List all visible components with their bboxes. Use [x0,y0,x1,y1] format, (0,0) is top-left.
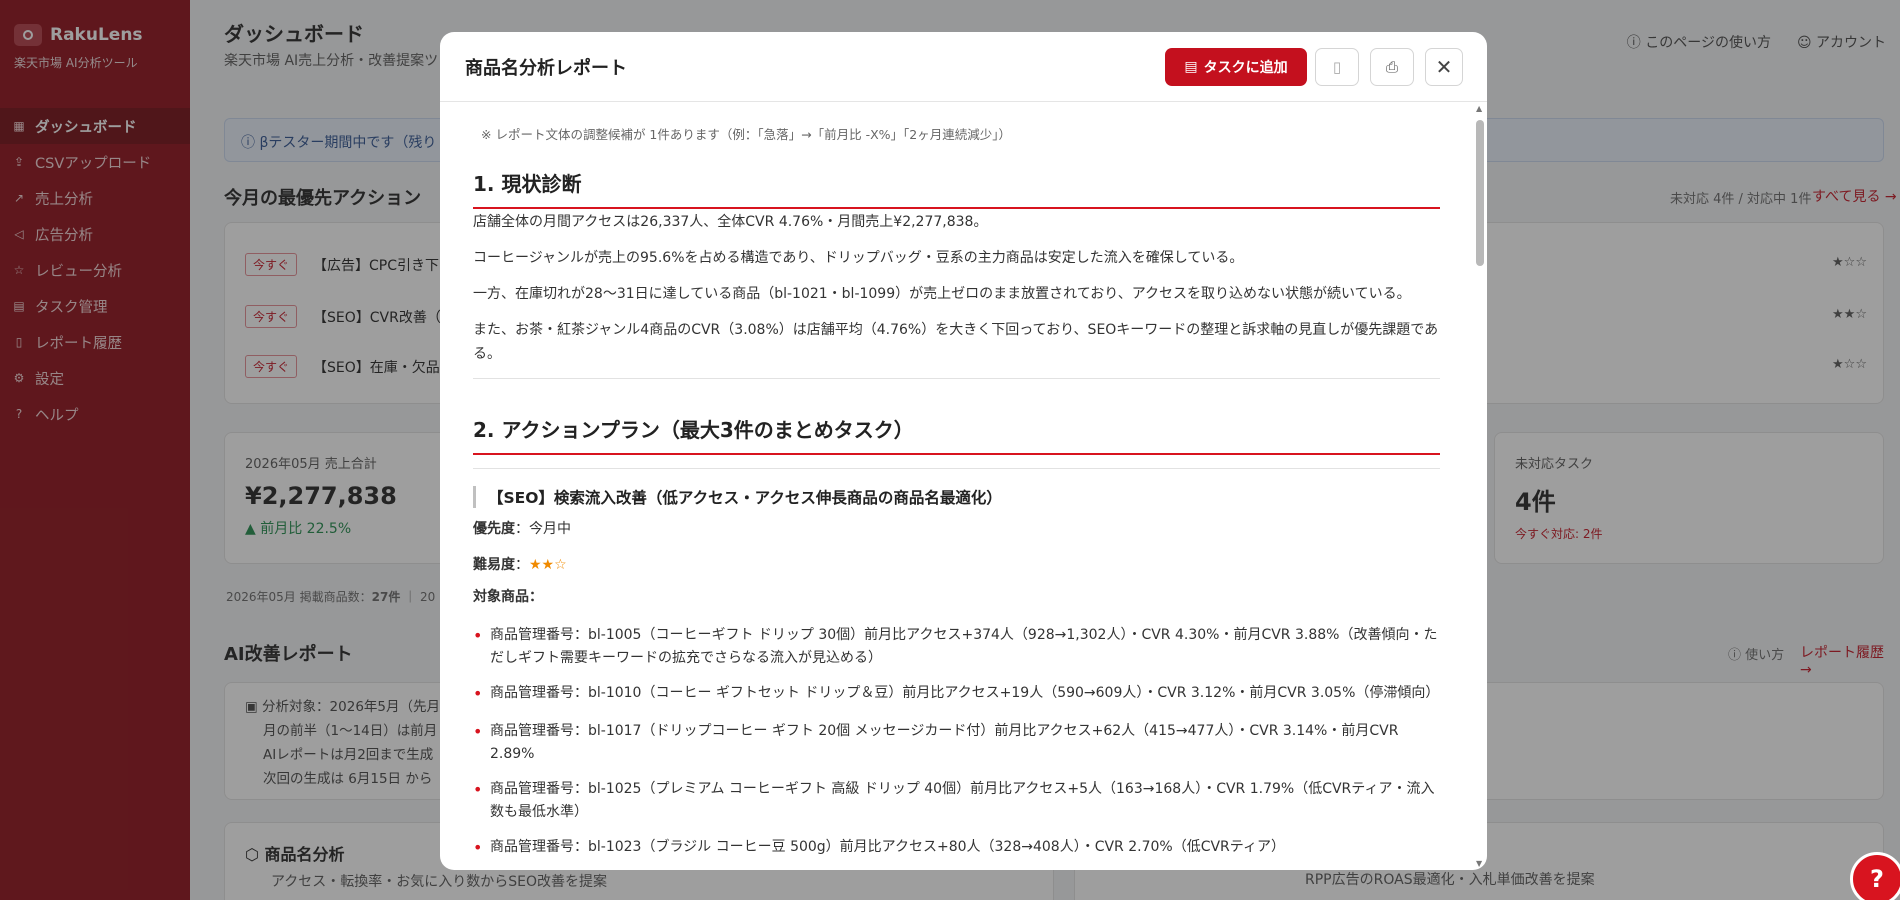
modal-title: 商品名分析レポート [465,58,627,79]
target-products-label: 対象商品： [473,589,543,605]
difficulty-label: 難易度 [473,557,515,573]
section-heading-action-plan: 2. アクションプラン（最大3件のまとめタスク） [473,414,1440,455]
diagnosis-paragraph: また、お茶・紅茶ジャンル4商品のCVR（3.08%）は店舗平均（4.76%）を大… [473,322,1439,362]
add-task-label: タスクに追加 [1203,60,1288,76]
priority-field: 優先度：今月中 [473,521,571,537]
add-task-button[interactable]: ▤ タスクに追加 [1165,48,1307,86]
diagnosis-paragraph: コーヒージャンルが売上の95.6%を占める構造であり、ドリップバッグ・豆系の主力… [473,250,1244,266]
list-item: 商品管理番号：bl-1010（コーヒー ギフトセット ドリップ＆豆）前月比アクセ… [473,682,1440,705]
report-body[interactable]: ※ レポート文体の調整候補が 1件あります（例：「急落」→「前月比 -X%」「2… [440,102,1487,870]
difficulty-stars: ★★☆ [529,557,567,573]
close-button[interactable]: ✕ [1425,48,1463,86]
section-heading-diagnosis: 1. 現状診断 [473,168,1440,209]
section-divider [473,378,1440,379]
difficulty-field: 難易度：★★☆ [473,557,567,573]
diagnosis-paragraph: 一方、在庫切れが28〜31日に達している商品（bl-1021・bl-1099）が… [473,286,1411,302]
list-item: 商品管理番号：bl-1005（コーヒーギフト ドリップ 30個）前月比アクセス+… [473,624,1440,670]
help-fab-button[interactable]: ? [1850,852,1900,900]
product-name-report-modal: 商品名分析レポート ▤ タスクに追加 ▯ ⎙ ✕ ※ レポート文体の調整候補が 1… [440,32,1487,870]
scroll-up-arrow-icon[interactable]: ▲ [1476,104,1482,113]
scroll-thumb[interactable] [1476,120,1484,266]
diagnosis-paragraph: 店舗全体の月間アクセスは26,337人、全体CVR 4.76%・月間売上¥2,2… [473,214,988,230]
scroll-down-arrow-icon[interactable]: ▼ [1476,859,1482,868]
list-item: 商品管理番号：bl-1017（ドリップコーヒー ギフト 20個 メッセージカード… [473,720,1440,766]
priority-value: 今月中 [529,521,571,537]
style-adjust-note: ※ レポート文体の調整候補が 1件あります（例：「急落」→「前月比 -X%」「2… [481,127,1011,142]
report-scrollbar[interactable]: ▲ ▼ [1475,104,1485,868]
close-icon: ✕ [1435,55,1453,79]
priority-label: 優先度 [473,521,515,537]
modal-header: 商品名分析レポート ▤ タスクに追加 ▯ ⎙ ✕ [440,32,1487,102]
task-title: 【SEO】検索流入改善（低アクセス・アクセス伸長商品の商品名最適化） [473,486,1002,508]
clipboard-icon: ▤ [1184,59,1198,75]
list-item: 商品管理番号：bl-1025（プレミアム コーヒーギフト 高級 ドリップ 40個… [473,778,1440,824]
document-export-button[interactable]: ▯ [1315,48,1359,86]
document-icon: ▯ [1332,58,1342,76]
printer-icon: ⎙ [1385,58,1398,76]
list-item: 商品管理番号：bl-1023（ブラジル コーヒー豆 500g）前月比アクセス+8… [473,836,1440,859]
print-button[interactable]: ⎙ [1370,48,1414,86]
section-divider [473,468,1440,469]
